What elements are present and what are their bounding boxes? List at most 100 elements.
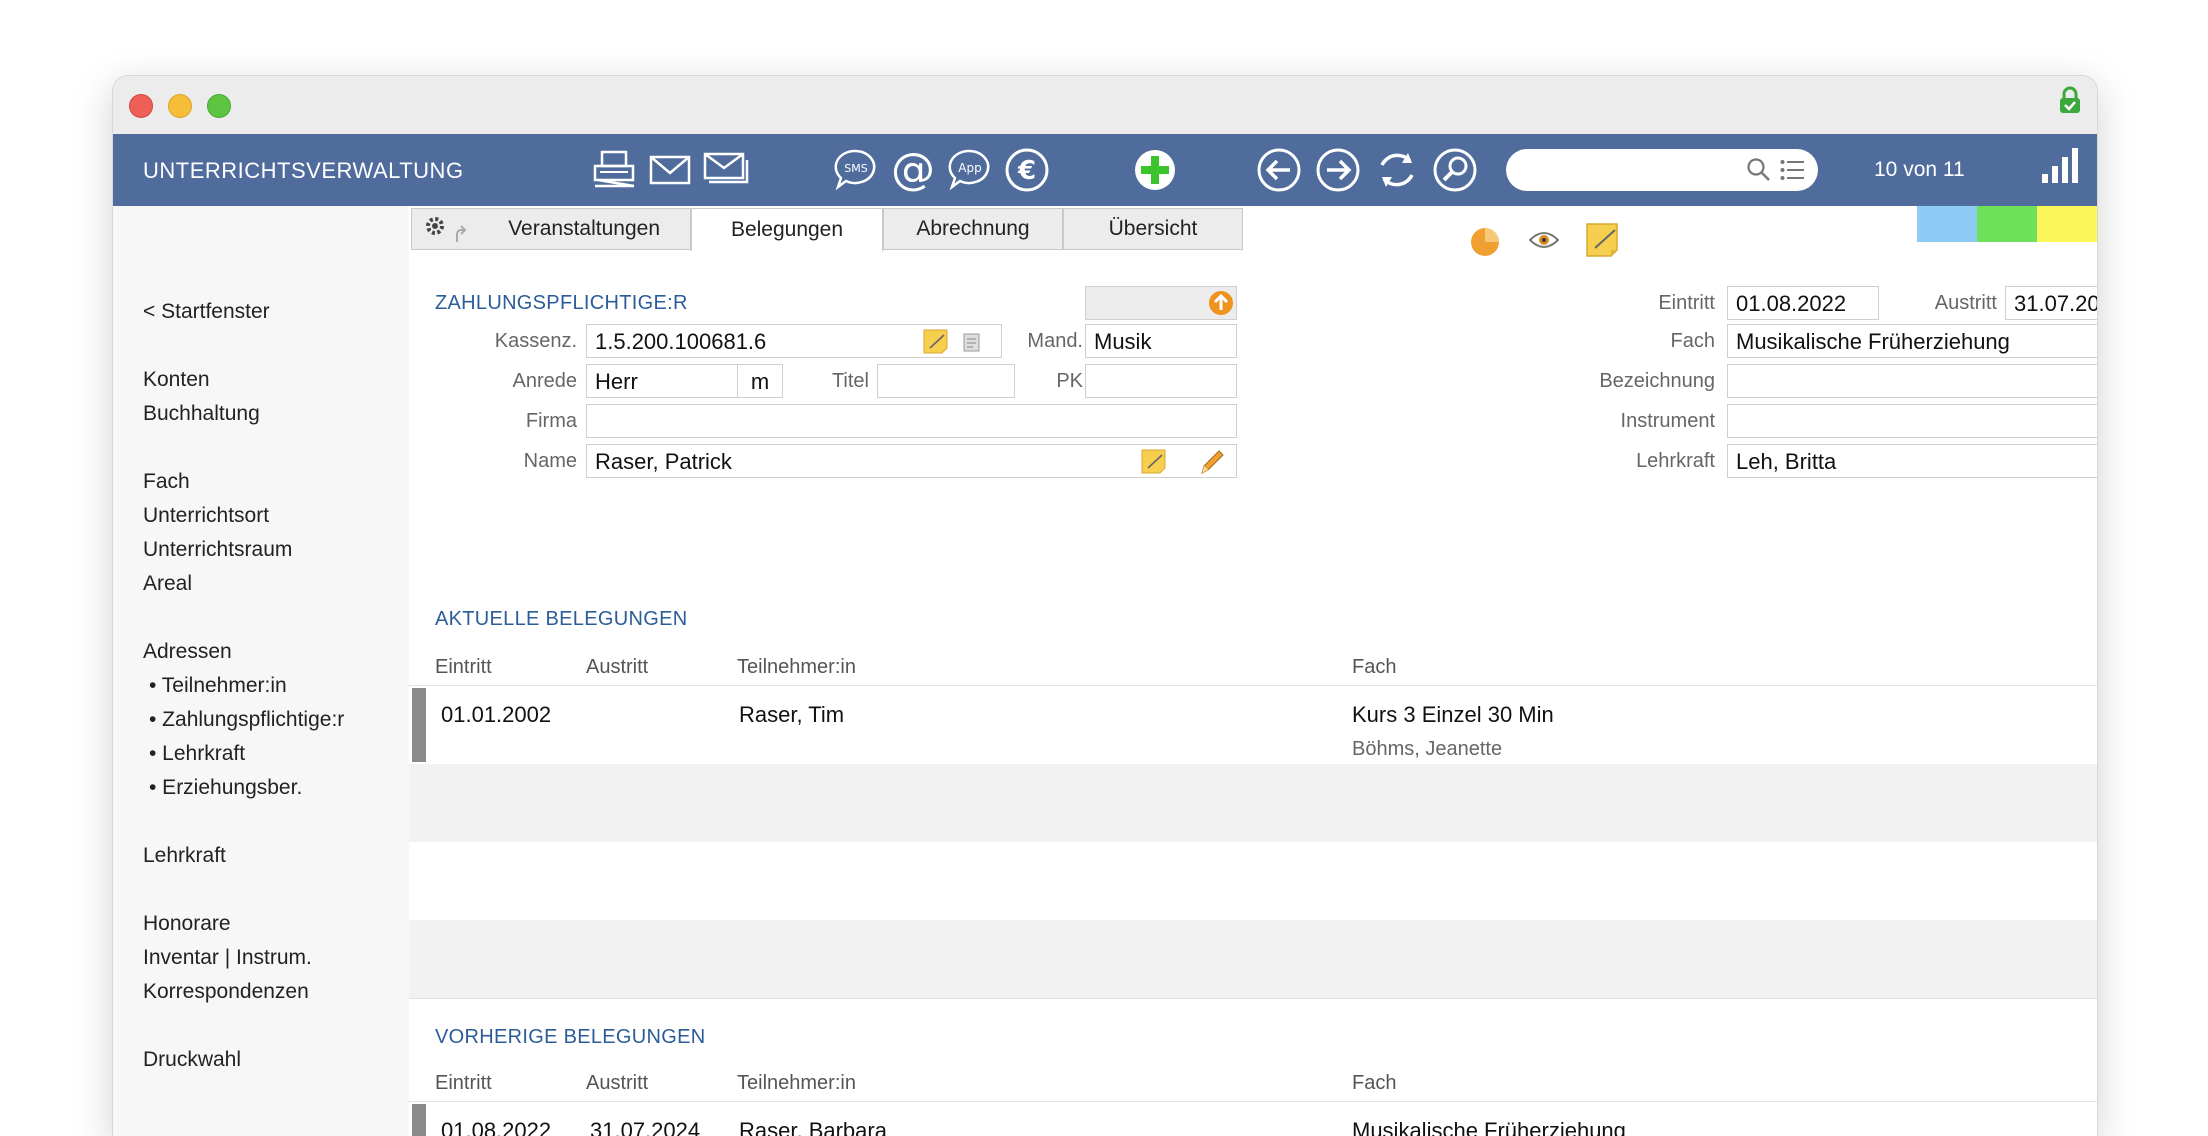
bezeichnung-field[interactable] (1727, 364, 2097, 398)
empty-row (409, 764, 2097, 842)
current-col-fach: Fach (1352, 656, 1397, 678)
status-swatch-green[interactable] (1977, 206, 2037, 242)
name-value: Raser, Patrick (595, 449, 732, 474)
status-swatch-blue[interactable] (1917, 206, 1977, 242)
lehrkraft-field[interactable]: Leh, Britta (1727, 444, 2097, 478)
titel-label: Titel (831, 370, 869, 392)
tab-belegungen[interactable]: Belegungen (691, 208, 883, 252)
sidebar-item-inventar[interactable]: Inventar | Instrum. (143, 946, 312, 970)
sidebar-item-zahlungspflichtige[interactable]: • Zahlungspflichtige:r (149, 708, 344, 732)
sidebar-item-druckwahl[interactable]: Druckwahl (143, 1048, 241, 1072)
tab-abrechnung[interactable]: Abrechnung (883, 208, 1063, 250)
zoom-window-button[interactable] (207, 94, 231, 118)
sidebar-item-areal[interactable]: Areal (143, 572, 192, 596)
name-label: Name (523, 450, 577, 472)
svg-text:@: @ (891, 147, 935, 193)
row-teilnehmer: Raser, Barbara (739, 1118, 887, 1136)
anrede-label: Anrede (512, 370, 578, 392)
note-icon[interactable] (1141, 449, 1167, 475)
status-swatch-yellow[interactable] (2037, 206, 2097, 242)
lock-icon[interactable] (2059, 86, 2081, 119)
search-box[interactable] (1506, 149, 1818, 191)
sidebar-item-adressen[interactable]: Adressen (143, 640, 232, 664)
current-bookings-title: AKTUELLE BELEGUNGEN (435, 608, 688, 630)
tab-bar: Veranstaltungen Belegungen Abrechnung Üb… (409, 206, 2098, 257)
main-toolbar: UNTERRICHTSVERWALTUNG SMS @ App € 10 von… (113, 134, 2097, 206)
pencil-icon[interactable] (1199, 448, 1225, 476)
pk-label: PK (1056, 370, 1083, 392)
pk-field[interactable] (1085, 364, 1237, 398)
eintritt-field[interactable]: 01.08.2022 (1727, 286, 1879, 320)
sidebar-item-fach[interactable]: Fach (143, 470, 190, 494)
section-divider (409, 998, 2097, 999)
print-icon[interactable] (591, 146, 639, 194)
euro-icon[interactable]: € (1003, 146, 1051, 194)
tab-uebersicht[interactable]: Übersicht (1063, 208, 1243, 250)
titel-field[interactable] (877, 364, 1015, 398)
anrede-field[interactable]: Herr (586, 364, 738, 398)
statistics-icon[interactable] (2041, 146, 2079, 189)
app-message-icon[interactable]: App (946, 146, 994, 194)
sidebar-item-konten[interactable]: Konten (143, 368, 210, 392)
row-marker (412, 688, 426, 762)
empty-row (409, 920, 2097, 998)
document-icon[interactable] (963, 333, 983, 353)
sidebar-item-buchhaltung[interactable]: Buchhaltung (143, 402, 260, 426)
sidebar-item-unterrichtsort[interactable]: Unterrichtsort (143, 504, 269, 528)
sidebar-item-lehrkraft[interactable]: Lehrkraft (143, 844, 226, 868)
note-icon[interactable] (1585, 222, 1621, 263)
sidebar-item-teilnehmer[interactable]: • Teilnehmer:in (149, 674, 287, 698)
mail-icon[interactable] (646, 146, 694, 194)
kassenz-field[interactable]: 1.5.200.100681.6 (586, 324, 1002, 358)
status-swatch-red[interactable] (2097, 206, 2098, 242)
sidebar-item-unterrichtsraum[interactable]: Unterrichtsraum (143, 538, 292, 562)
gear-icon[interactable] (421, 212, 469, 248)
austritt-field[interactable]: 31.07.2024 (2005, 286, 2097, 320)
row-marker (412, 1104, 426, 1136)
previous-record-icon[interactable] (1255, 146, 1303, 194)
gender-field[interactable]: m (737, 364, 783, 398)
next-record-icon[interactable] (1314, 146, 1362, 194)
window-titlebar (113, 76, 2097, 134)
bezeichnung-label: Bezeichnung (1599, 370, 1715, 392)
pie-chart-icon[interactable] (1469, 226, 1501, 263)
sidebar-item-korrespondenzen[interactable]: Korrespondenzen (143, 980, 309, 1004)
sms-icon[interactable]: SMS (832, 146, 880, 194)
firma-field[interactable] (586, 404, 1237, 438)
current-col-austritt: Austritt (586, 656, 649, 678)
search-input[interactable] (1522, 157, 1742, 183)
previous-col-austritt: Austritt (586, 1072, 649, 1094)
mand-field[interactable]: Musik (1085, 324, 1237, 358)
sidebar-item-honorare[interactable]: Honorare (143, 912, 231, 936)
refresh-icon[interactable] (1373, 146, 1421, 194)
fach-field[interactable]: Musikalische Früherziehung (1727, 324, 2097, 358)
email-at-icon[interactable]: @ (889, 146, 937, 194)
row-eintritt: 01.01.2002 (441, 702, 552, 727)
payer-navigation-field[interactable] (1085, 286, 1237, 320)
eye-icon[interactable] (1528, 230, 1560, 255)
instrument-field[interactable] (1727, 404, 2097, 438)
sidebar-item-erziehungsber[interactable]: • Erziehungsber. (149, 776, 302, 800)
row-austritt: 31.07.2024 (590, 1118, 701, 1136)
arrow-up-icon[interactable] (1208, 290, 1234, 316)
list-icon[interactable] (1780, 159, 1804, 186)
kassenz-value: 1.5.200.100681.6 (595, 329, 767, 354)
table-row[interactable]: 01.01.2002 Raser, Tim Kurs 3 Einzel 30 M… (409, 686, 2097, 764)
previous-col-eintritt: Eintritt (435, 1072, 492, 1094)
close-window-button[interactable] (129, 94, 153, 118)
svg-text:€: € (1017, 156, 1036, 186)
search-icon[interactable] (1746, 157, 1772, 188)
minimize-window-button[interactable] (168, 94, 192, 118)
note-icon[interactable] (923, 329, 949, 355)
find-icon[interactable] (1431, 146, 1479, 194)
name-field[interactable]: Raser, Patrick (586, 444, 1237, 478)
eintritt-label: Eintritt (1658, 292, 1715, 314)
add-record-icon[interactable] (1131, 146, 1179, 194)
sidebar-item-lehrkraft-address[interactable]: • Lehrkraft (149, 742, 245, 766)
fach-value: Musikalische Früherziehung (1736, 329, 2010, 354)
svg-text:App: App (958, 161, 981, 175)
sidebar-back-startfenster[interactable]: < Startfenster (143, 300, 270, 324)
fach-label: Fach (1670, 330, 1715, 352)
mass-mail-icon[interactable] (703, 146, 751, 194)
table-row[interactable]: 01.08.2022 31.07.2024 Raser, Barbara Mus… (409, 1102, 2097, 1136)
